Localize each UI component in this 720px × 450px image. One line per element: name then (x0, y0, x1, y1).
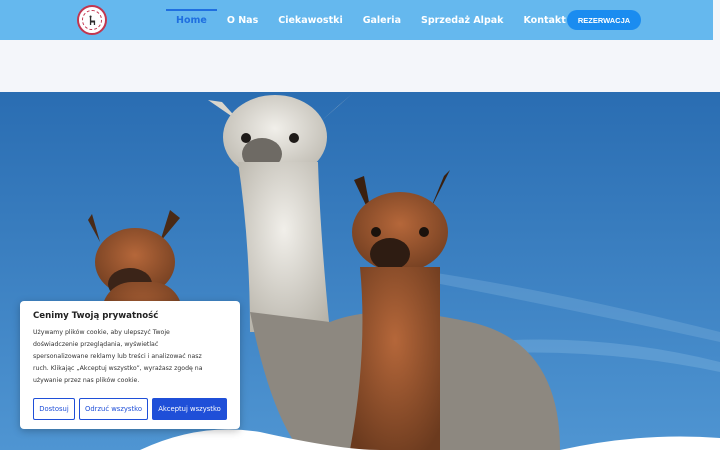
nav-o-nas[interactable]: O Nas (217, 0, 268, 40)
accept-all-button[interactable]: Akceptuj wszystko (152, 398, 227, 420)
cookie-description: Używamy plików cookie, aby ulepszyć Twoj… (33, 327, 227, 387)
alpaca-logo-icon (82, 10, 102, 30)
cookie-consent-dialog: Cenimy Twoją prywatność Używamy plików c… (20, 301, 240, 429)
cookie-buttons: Dostosuj Odrzuć wszystko Akceptuj wszyst… (33, 398, 227, 420)
nav-sprzedaz-alpak[interactable]: Sprzedaż Alpak (411, 0, 514, 40)
main-nav: Home O Nas Ciekawostki Galeria Sprzedaż … (166, 0, 576, 40)
cookie-text-line: Używamy plików cookie, aby ulepszyć Twoj… (33, 329, 170, 336)
logo[interactable] (77, 5, 107, 35)
cookie-text-line: ruch. Klikając „Akceptuj wszystko”, wyra… (33, 365, 203, 372)
nav-home[interactable]: Home (166, 0, 217, 40)
site-header: Home O Nas Ciekawostki Galeria Sprzedaż … (0, 0, 713, 40)
reservation-button[interactable]: REZERWACJA (567, 10, 641, 30)
cookie-title: Cenimy Twoją prywatność (33, 311, 159, 321)
customize-button[interactable]: Dostosuj (33, 398, 75, 420)
cookie-text-line: używanie przez nas plików cookie. (33, 377, 140, 384)
cookie-text-line: spersonalizowane reklamy lub treści i an… (33, 353, 202, 360)
reject-all-button[interactable]: Odrzuć wszystko (79, 398, 148, 420)
nav-ciekawostki[interactable]: Ciekawostki (268, 0, 352, 40)
nav-galeria[interactable]: Galeria (353, 0, 411, 40)
cookie-text-line: doświadczenie przeglądania, wyświetlać (33, 341, 159, 348)
